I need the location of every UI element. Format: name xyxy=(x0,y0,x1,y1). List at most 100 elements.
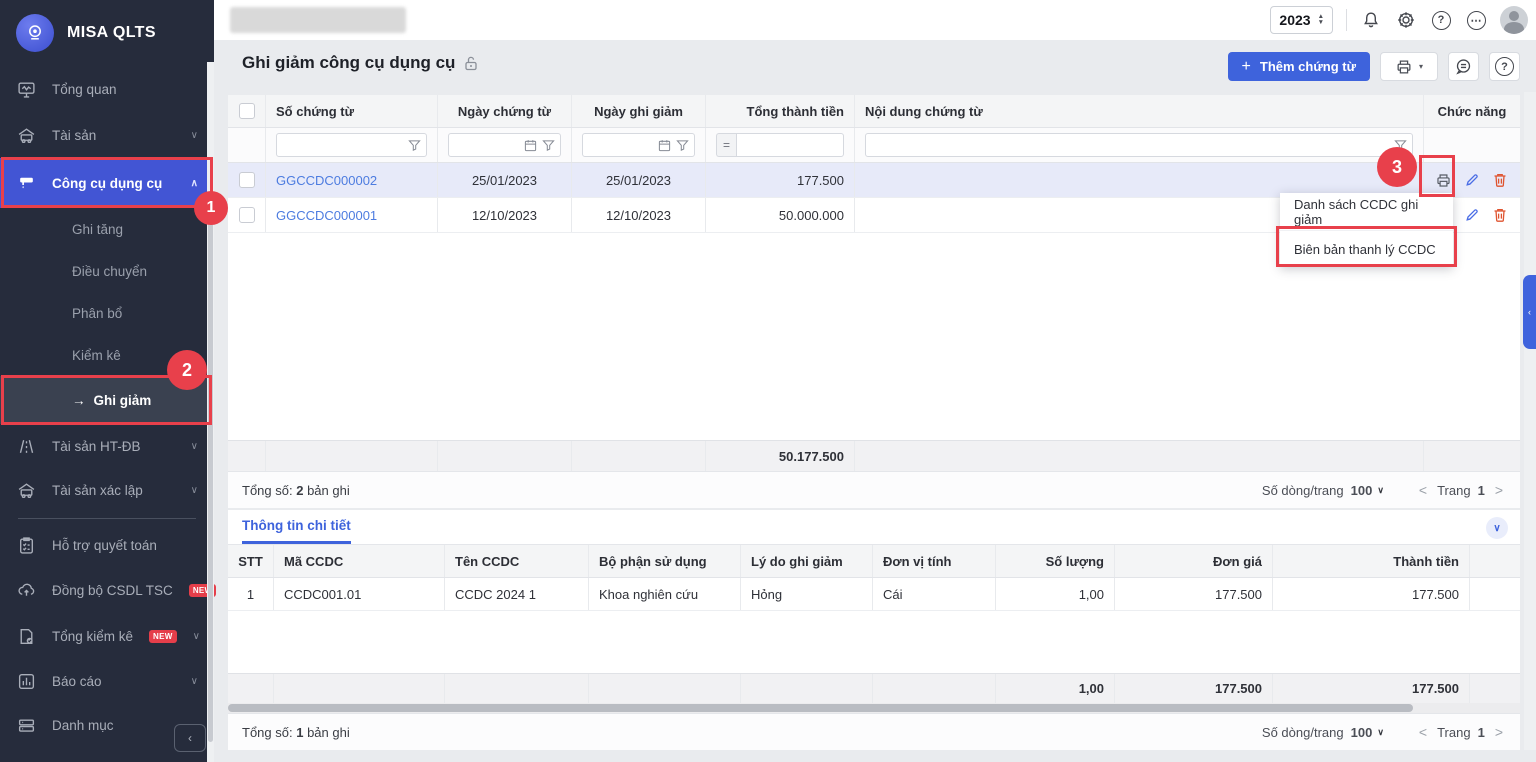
annotation-step-2: 2 xyxy=(167,350,207,390)
list-icon xyxy=(16,716,36,735)
menu-item-danh-sach-ccdc-ghi-giam[interactable]: Danh sách CCDC ghi giảm xyxy=(1280,193,1453,230)
menu-item-bien-ban-thanh-ly-ccdc[interactable]: Biên bản thanh lý CCDC xyxy=(1280,230,1453,267)
feedback-button[interactable] xyxy=(1448,52,1479,81)
col-total[interactable]: Tổng thành tiền xyxy=(706,95,855,127)
fiscal-year-value: 2023 xyxy=(1279,12,1310,28)
sidebar-item-tong-quan[interactable]: Tổng quan xyxy=(0,66,214,112)
settings-button[interactable] xyxy=(1395,9,1417,31)
doc-no-link[interactable]: GGCCDC000001 xyxy=(276,208,377,223)
name-cell: CCDC 2024 1 xyxy=(445,578,589,610)
print-menu-button[interactable]: ▾ xyxy=(1380,52,1438,81)
user-avatar[interactable] xyxy=(1500,6,1528,34)
arrow-right-icon: → xyxy=(72,393,86,408)
prev-page-button[interactable]: < xyxy=(1416,482,1430,498)
road-icon xyxy=(16,437,36,456)
sidebar-collapse-button[interactable]: ‹ xyxy=(174,724,206,752)
fiscal-year-selector[interactable]: 2023 ▲▼ xyxy=(1270,6,1333,34)
chevron-down-icon: ∨ xyxy=(1493,523,1500,534)
add-voucher-button[interactable]: + Thêm chứng từ xyxy=(1228,52,1370,81)
row-edit-button[interactable] xyxy=(1462,204,1481,226)
next-page-button[interactable]: > xyxy=(1492,482,1506,498)
rows-per-page-label: Số dòng/trang xyxy=(1262,725,1344,740)
sidebar-item-ho-tro-quyet-toan[interactable]: Hỗ trợ quyết toán xyxy=(0,523,214,567)
row-print-button[interactable] xyxy=(1434,169,1453,191)
gear-icon xyxy=(1396,10,1416,30)
col-reason: Lý do ghi giảm xyxy=(741,545,873,577)
sidebar-item-tai-san[interactable]: Tài sản ∨ xyxy=(0,112,214,158)
sidebar-item-tai-san-ht-db[interactable]: Tài sản HT-ĐB ∨ xyxy=(0,424,214,468)
detail-summary-row: 1,00 177.500 177.500 xyxy=(228,673,1520,703)
unlock-icon xyxy=(463,55,479,72)
col-reduce-date[interactable]: Ngày ghi giảm xyxy=(572,95,706,127)
equals-operator[interactable]: = xyxy=(716,133,736,157)
row-delete-button[interactable] xyxy=(1491,204,1510,226)
sidebar-subitem-dieu-chuyen[interactable]: Điều chuyển xyxy=(0,250,214,292)
unit-cell: Cái xyxy=(873,578,996,610)
detail-scrollbar-thumb[interactable] xyxy=(228,704,1413,712)
sidebar-item-cong-cu-dung-cu[interactable]: Công cụ dụng cụ ∧ xyxy=(0,158,214,208)
filter-total-input[interactable] xyxy=(736,133,844,157)
sidebar-item-dong-bo-csdl-tsc[interactable]: Đồng bộ CSDL TSC NEW xyxy=(0,567,214,613)
sidebar-item-label: Công cụ dụng cụ xyxy=(52,176,175,191)
unit-price-cell: 177.500 xyxy=(1115,578,1273,610)
row-checkbox[interactable] xyxy=(239,207,255,223)
annotation-step-3: 3 xyxy=(1377,147,1417,187)
rows-per-page-select[interactable]: 100 ∨ xyxy=(1351,483,1384,498)
doc-no-link[interactable]: GGCCDC000002 xyxy=(276,173,377,188)
sidebar-subitem-ghi-tang[interactable]: Ghi tăng xyxy=(0,208,214,250)
col-code: Mã CCDC xyxy=(274,545,445,577)
dashboard-icon xyxy=(16,80,36,99)
calendar-icon xyxy=(658,139,671,152)
help-panel-button[interactable]: ? xyxy=(1489,52,1520,81)
row-delete-button[interactable] xyxy=(1491,169,1510,191)
table-summary-row: 50.177.500 xyxy=(228,440,1520,471)
side-panel-expand-tab[interactable]: ‹ xyxy=(1523,275,1536,349)
chevron-down-icon: ∨ xyxy=(191,130,198,141)
redacted-org-name xyxy=(230,7,406,33)
detail-collapse-button[interactable]: ∨ xyxy=(1486,517,1508,539)
row-edit-button[interactable] xyxy=(1462,169,1481,191)
col-content[interactable]: Nội dung chứng từ xyxy=(855,95,1424,127)
col-doc-date[interactable]: Ngày chứng từ xyxy=(438,95,572,127)
summary-unit-price: 177.500 xyxy=(1115,674,1273,703)
chevron-down-icon: ∨ xyxy=(191,441,198,452)
col-doc-no[interactable]: Số chứng từ xyxy=(266,95,438,127)
prev-page-button[interactable]: < xyxy=(1416,724,1430,740)
tab-thong-tin-chi-tiet[interactable]: Thông tin chi tiết xyxy=(242,510,351,544)
voucher-table: Số chứng từ Ngày chứng từ Ngày ghi giảm … xyxy=(228,95,1520,508)
filter-reduce-date-input[interactable] xyxy=(582,133,695,157)
caret-down-icon: ▾ xyxy=(1419,62,1423,71)
col-actions: Chức năng xyxy=(1424,95,1520,127)
detail-row[interactable]: 1 CCDC001.01 CCDC 2024 1 Khoa nghiên cứu… xyxy=(228,578,1520,611)
sidebar-item-tong-kiem-ke[interactable]: Tổng kiểm kê NEW ∨ xyxy=(0,613,214,659)
app-logo-icon xyxy=(16,14,54,52)
sidebar-item-tai-san-xac-lap[interactable]: Tài sản xác lập ∨ xyxy=(0,468,214,512)
sidebar-subitem-phan-bo[interactable]: Phân bổ xyxy=(0,292,214,334)
select-all-checkbox[interactable] xyxy=(239,103,255,119)
more-button[interactable]: ⋯ xyxy=(1465,9,1487,31)
help-button[interactable]: ? xyxy=(1430,9,1452,31)
filter-doc-no-input[interactable] xyxy=(276,133,427,157)
rows-per-page-select[interactable]: 100 ∨ xyxy=(1351,725,1384,740)
row-checkbox[interactable] xyxy=(239,172,255,188)
col-department: Bộ phận sử dụng xyxy=(589,545,741,577)
year-spinner-icon[interactable]: ▲▼ xyxy=(1318,14,1324,26)
chat-icon xyxy=(1454,57,1473,76)
filter-doc-date-input[interactable] xyxy=(448,133,561,157)
filter-row: = xyxy=(228,128,1520,163)
sidebar-item-bao-cao[interactable]: Báo cáo ∨ xyxy=(0,659,214,703)
next-page-button[interactable]: > xyxy=(1492,724,1506,740)
content-vertical-scrollbar[interactable] xyxy=(1524,92,1536,750)
detail-horizontal-scrollbar[interactable] xyxy=(228,703,1520,713)
trash-icon xyxy=(1492,172,1508,188)
doc-date-cell: 25/01/2023 xyxy=(438,163,572,197)
asset-icon xyxy=(16,126,36,145)
sidebar-scrollbar-thumb[interactable] xyxy=(208,202,213,742)
sidebar-scrollbar[interactable] xyxy=(207,62,214,762)
filter-content-input[interactable] xyxy=(865,133,1413,157)
col-stt: STT xyxy=(228,545,274,577)
subitem-label: Ghi tăng xyxy=(72,222,123,237)
app-logo: MISA QLTS xyxy=(0,0,214,66)
trash-icon xyxy=(1492,207,1508,223)
notifications-button[interactable] xyxy=(1360,9,1382,31)
